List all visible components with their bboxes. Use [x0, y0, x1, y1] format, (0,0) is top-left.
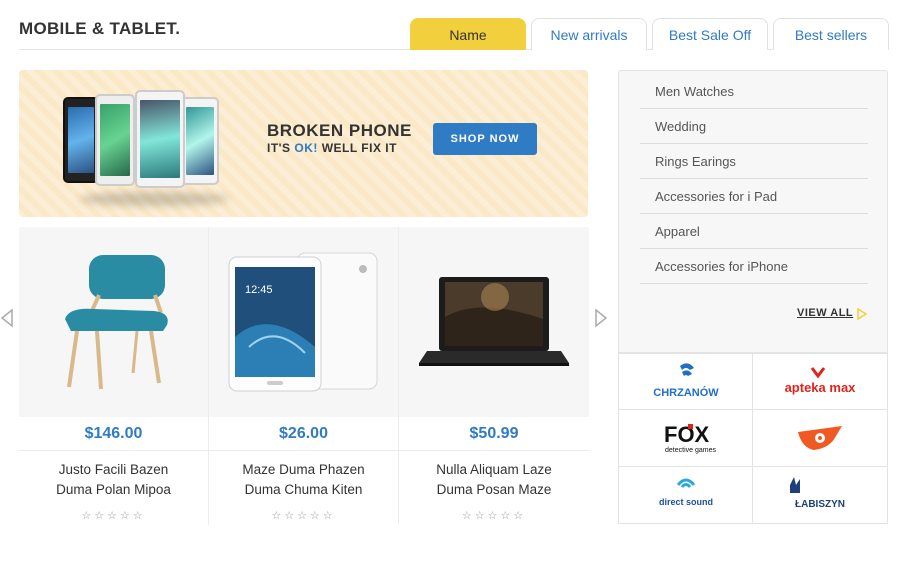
banner-subtitle-pre: IT'S	[267, 141, 295, 155]
labiszyn-logo-icon: ŁABISZYN	[790, 476, 845, 510]
phone-image	[95, 94, 135, 186]
chrzanow-logo-icon: CHRZANÓW	[653, 363, 719, 399]
banner-shadow	[79, 192, 229, 206]
chair-image	[65, 255, 168, 390]
tab-best-sellers[interactable]: Best sellers	[773, 18, 889, 50]
product-name-line: Duma Posan Maze	[436, 482, 552, 497]
brand-name-labiszyn: ŁABISZYN	[795, 499, 845, 510]
orange-bird-logo-icon	[798, 425, 842, 450]
brand-name-fox: FOX	[664, 422, 710, 447]
category-item-men-watches[interactable]: Men Watches	[640, 74, 868, 109]
product-card[interactable]: $50.99 Nulla Aliquam Laze Duma Posan Maz…	[399, 227, 589, 525]
category-list: Men Watches Wedding Rings Earings Access…	[640, 74, 868, 284]
brand-name-direct-sound: direct sound	[658, 497, 712, 507]
phone-image	[63, 97, 99, 183]
brand-logo-apteka-max[interactable]: apteka max	[753, 354, 887, 411]
tablet-image: 12:45	[228, 252, 378, 392]
product-price: $50.99	[399, 417, 589, 451]
carousel-next-icon[interactable]	[594, 308, 608, 328]
brand-name-apteka-max: apteka max	[785, 380, 857, 395]
banner-subtitle-post: WELL FIX IT	[317, 141, 397, 155]
product-name-line: Duma Chuma Kiten	[244, 482, 363, 497]
carousel-prev-icon[interactable]	[0, 308, 14, 328]
tab-best-sale-off[interactable]: Best Sale Off	[652, 18, 768, 50]
phone-image	[181, 97, 219, 185]
section-title: MOBILE & TABLET.	[19, 19, 181, 38]
product-card[interactable]: $146.00 Justo Facili Bazen Duma Polan Mi…	[19, 227, 209, 525]
product-image-chair[interactable]	[19, 227, 208, 417]
category-item-apparel[interactable]: Apparel	[640, 214, 868, 249]
product-name[interactable]: Nulla Aliquam Laze Duma Posan Maze	[399, 460, 589, 500]
category-item-wedding[interactable]: Wedding	[640, 109, 868, 144]
banner-subtitle: IT'S OK! WELL FIX IT	[267, 141, 397, 155]
product-card[interactable]: 12:45 $26.00 Maze Duma Phazen Duma Chuma…	[209, 227, 399, 525]
brand-logo-labiszyn[interactable]: ŁABISZYN	[753, 467, 887, 523]
brand-logo-grid: CHRZANÓW apteka max FOX detective games …	[618, 353, 888, 524]
tab-bar: Name New arrivals Best Sale Off Best sel…	[410, 18, 889, 50]
brand-logo-orange-bird[interactable]	[753, 410, 887, 467]
rating-stars: ☆☆☆☆☆	[271, 510, 336, 522]
view-all-arrow-icon[interactable]	[857, 308, 867, 320]
category-item-accessories-ipad[interactable]: Accessories for i Pad	[640, 179, 868, 214]
product-image-tablet[interactable]: 12:45	[209, 227, 398, 417]
product-name-line: Nulla Aliquam Laze	[436, 462, 552, 477]
product-price: $26.00	[209, 417, 398, 451]
banner-subtitle-ok: OK!	[294, 141, 318, 155]
apteka-max-logo-icon: apteka max	[785, 366, 857, 395]
tab-name[interactable]: Name	[410, 18, 526, 50]
view-all-link[interactable]: VIEW ALL	[797, 307, 853, 319]
promo-banner[interactable]: BROKEN PHONE IT'S OK! WELL FIX IT SHOP N…	[19, 70, 588, 217]
product-image-laptop[interactable]	[399, 227, 589, 417]
product-price: $146.00	[19, 417, 208, 451]
fox-logo-icon: FOX detective games	[664, 422, 716, 454]
tab-new-arrivals[interactable]: New arrivals	[531, 18, 647, 50]
phone-image	[135, 90, 185, 188]
product-carousel: $146.00 Justo Facili Bazen Duma Polan Mi…	[19, 227, 589, 525]
brand-tagline-fox: detective games	[665, 447, 716, 454]
rating-stars: ☆☆☆☆☆	[461, 510, 527, 522]
svg-text:12:45: 12:45	[245, 284, 273, 296]
rating-stars: ☆☆☆☆☆	[81, 510, 146, 522]
product-name[interactable]: Justo Facili Bazen Duma Polan Mipoa	[19, 460, 208, 500]
shop-now-button[interactable]: SHOP NOW	[433, 123, 537, 155]
product-name-line: Duma Polan Mipoa	[56, 482, 171, 497]
brand-logo-chrzanow[interactable]: CHRZANÓW	[619, 354, 753, 411]
brand-name-chrzanow: CHRZANÓW	[653, 386, 719, 399]
product-name[interactable]: Maze Duma Phazen Duma Chuma Kiten	[209, 460, 398, 500]
category-sidebar: Men Watches Wedding Rings Earings Access…	[618, 70, 888, 353]
product-name-line: Justo Facili Bazen	[58, 462, 169, 477]
laptop-image	[419, 277, 569, 366]
banner-title: BROKEN PHONE	[267, 121, 412, 140]
brand-logo-fox[interactable]: FOX detective games	[619, 410, 753, 467]
category-item-accessories-iphone[interactable]: Accessories for iPhone	[640, 249, 868, 284]
direct-sound-logo-icon: direct sound	[658, 478, 713, 507]
product-name-line: Maze Duma Phazen	[242, 462, 365, 477]
brand-logo-direct-sound[interactable]: direct sound	[619, 466, 753, 523]
category-item-rings-earings[interactable]: Rings Earings	[640, 144, 868, 179]
section-header: MOBILE & TABLET. Name New arrivals Best …	[19, 0, 889, 50]
